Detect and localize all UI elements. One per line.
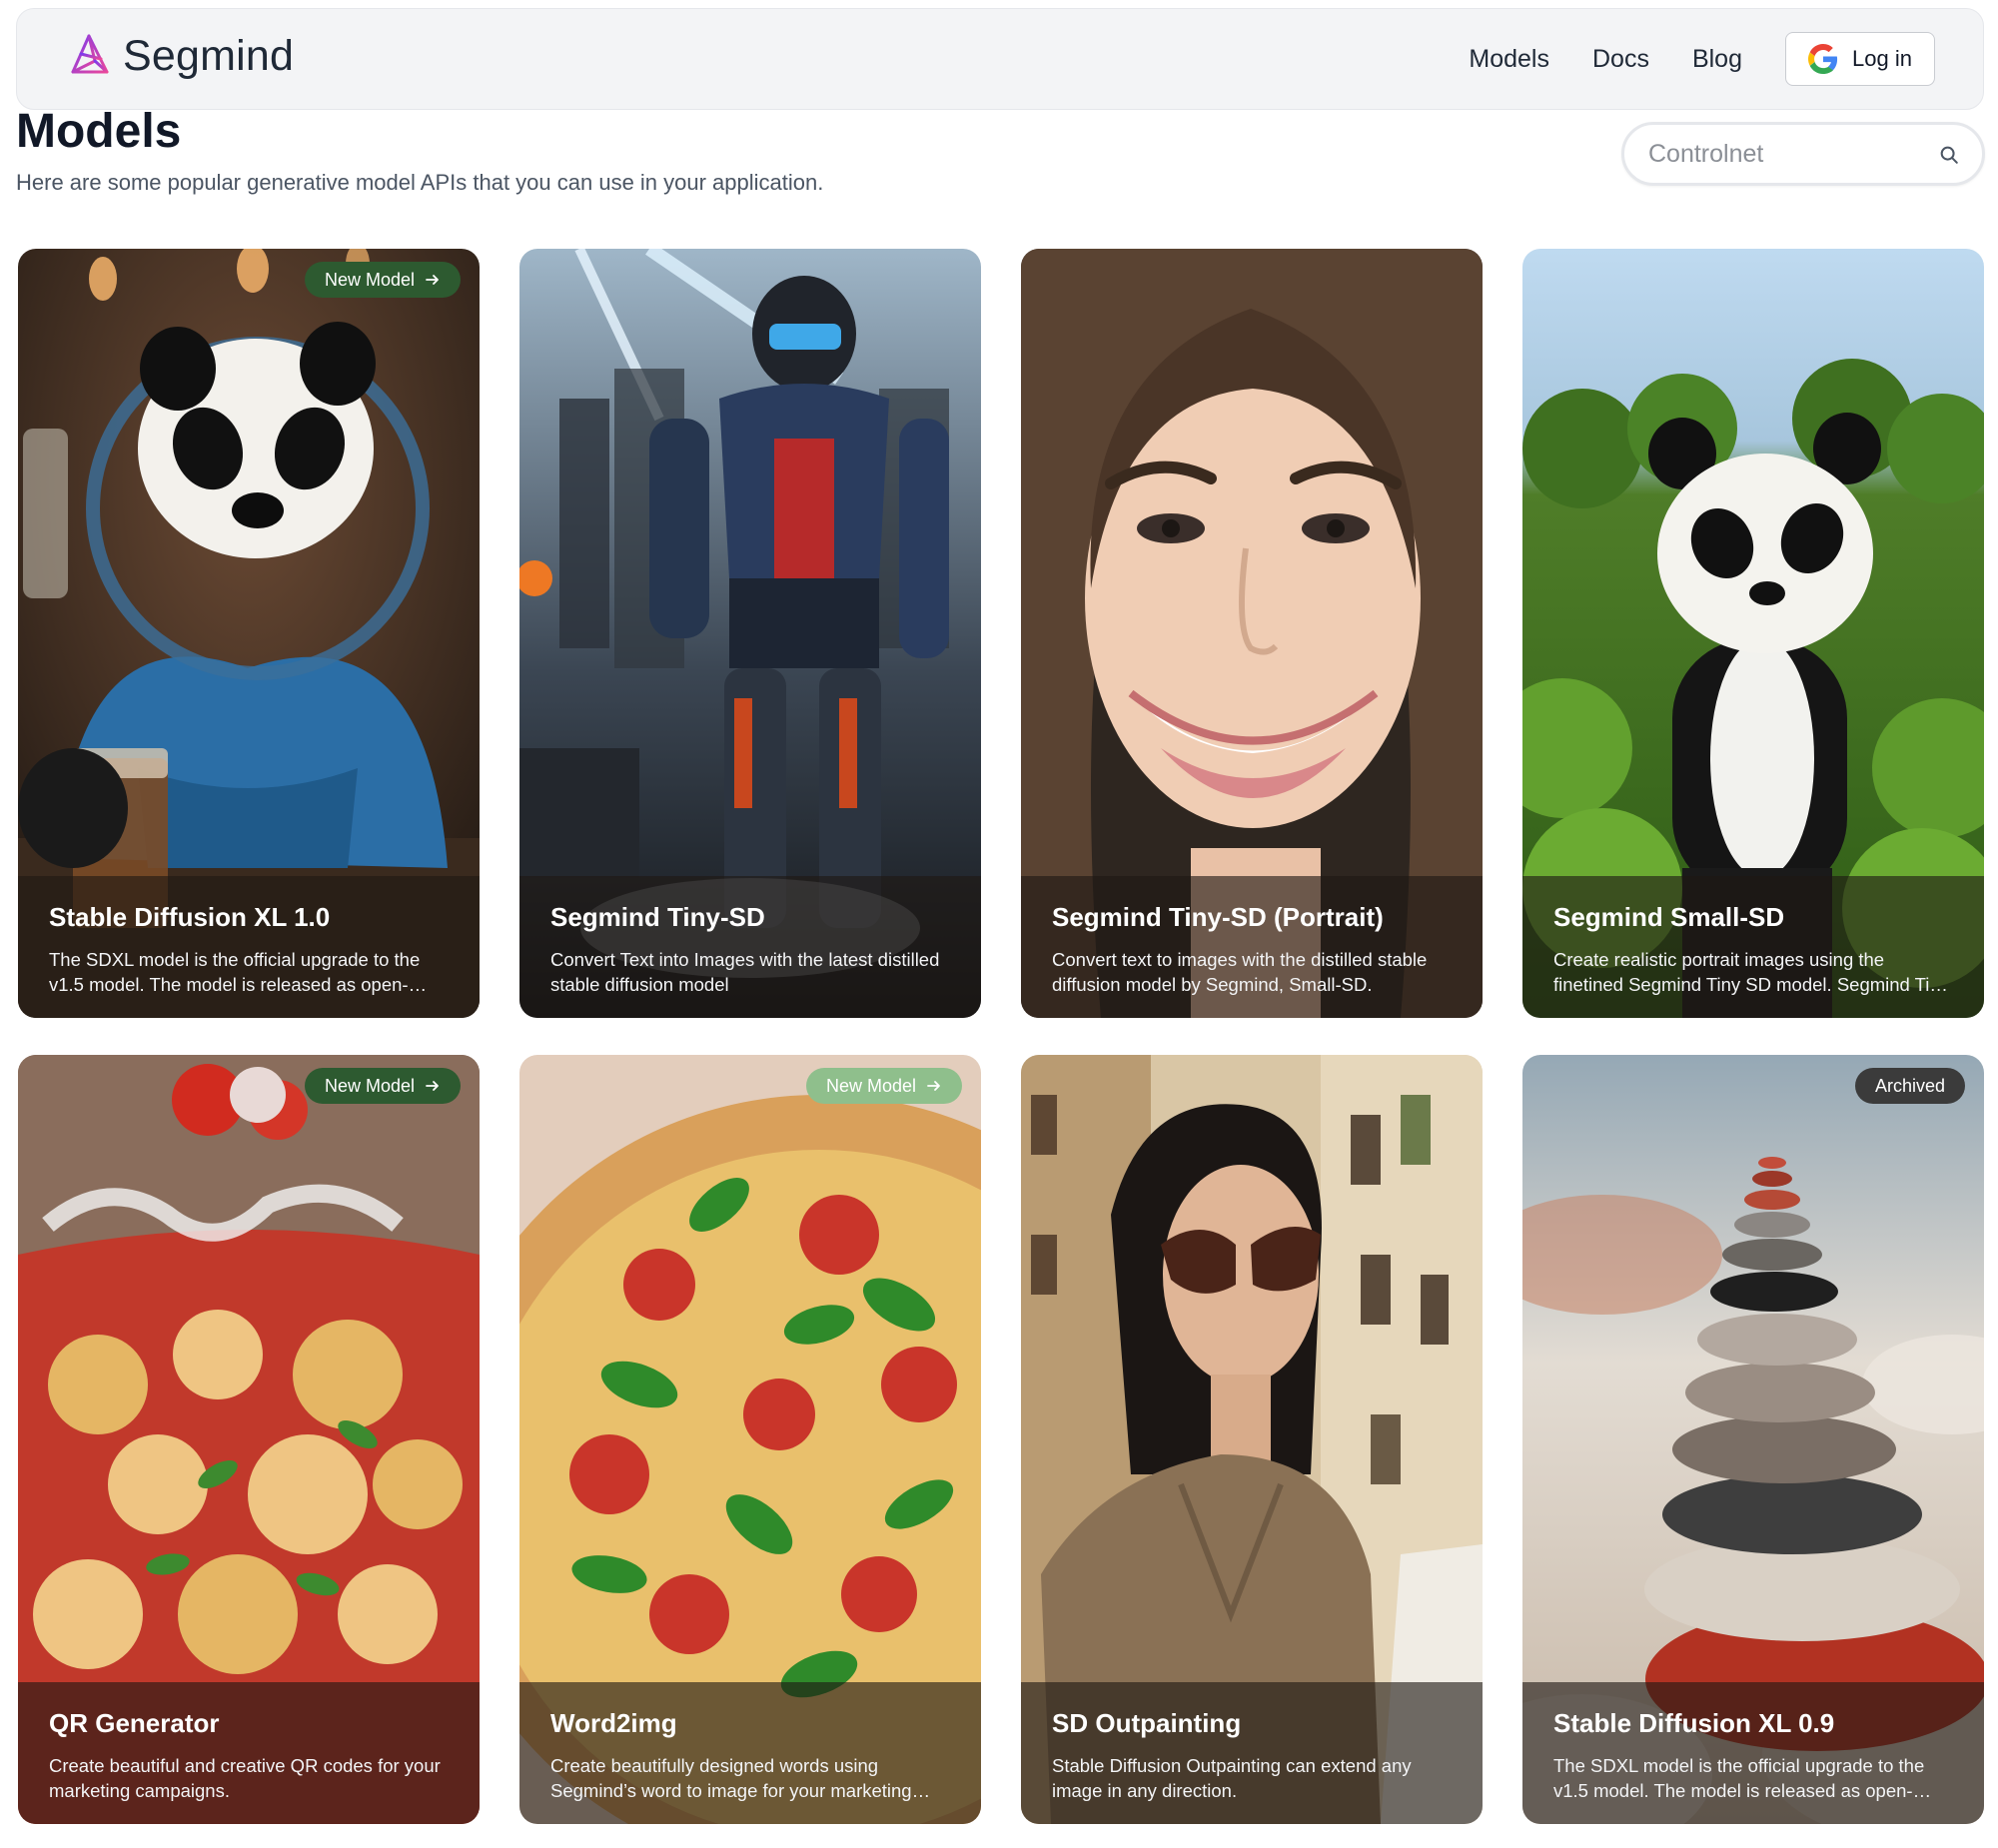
arrow-right-icon [927,1081,940,1091]
card-description: The SDXL model is the official upgrade t… [1553,1755,1925,1801]
card-description: The SDXL model is the official upgrade t… [49,949,421,995]
card-title: QR Generator [49,1708,220,1738]
brand-logo[interactable]: Segmind [65,31,294,81]
model-card-qr-generator[interactable]: New Model QR Generator Create beautiful … [18,1055,480,1824]
archived-badge: Archived [1854,1068,1965,1104]
card-caption: Segmind Tiny-SD (Portrait) Convert text … [1021,876,1483,1018]
page-title: Models [16,105,182,158]
search-box[interactable] [1621,122,1985,186]
card-description: Create beautiful and creative QR codes f… [49,1755,441,1801]
badge-label: Archived [1874,1075,1945,1096]
card-caption: Stable Diffusion XL 0.9 The SDXL model i… [1522,1682,1984,1824]
model-card-word2img[interactable]: New Model Word2img Create beautifully de… [519,1055,981,1824]
model-card-small-sd[interactable]: Segmind Small-SD Create realistic portra… [1522,249,1984,1018]
card-description: Stable Diffusion Outpainting can extend … [1052,1755,1412,1801]
badge-label: New Model [324,1075,415,1096]
card-caption: QR Generator Create beautiful and creati… [18,1682,480,1824]
new-model-badge[interactable]: New Model [805,1068,962,1104]
card-caption: SD Outpainting Stable Diffusion Outpaint… [1021,1682,1483,1824]
badge-label: New Model [324,269,415,290]
model-card-tiny-sd[interactable]: Segmind Tiny-SD Convert Text into Images… [519,249,981,1018]
card-title: Word2img [550,1708,677,1738]
card-title: Stable Diffusion XL 0.9 [1553,1708,1835,1738]
card-caption: Segmind Tiny-SD Convert Text into Images… [519,876,981,1018]
card-description: Convert Text into Images with the latest… [550,949,940,995]
model-card-sd-outpainting[interactable]: SD Outpainting Stable Diffusion Outpaint… [1021,1055,1483,1824]
badge-label: New Model [825,1075,916,1096]
model-card-sdxl-0-9[interactable]: Archived Stable Diffusion XL 0.9 The SDX… [1522,1055,1984,1824]
nav-blog-link[interactable]: Blog [1692,45,1742,74]
model-card-tiny-sd-portrait[interactable]: Segmind Tiny-SD (Portrait) Convert text … [1021,249,1483,1018]
new-model-badge[interactable]: New Model [304,262,461,298]
card-description: Create realistic portrait images using t… [1553,949,1949,995]
nav-models-link[interactable]: Models [1469,45,1549,74]
card-caption: Stable Diffusion XL 1.0 The SDXL model i… [18,876,480,1018]
card-caption: Word2img Create beautifully designed wor… [519,1682,981,1824]
search-icon[interactable] [1938,144,1960,166]
login-label: Log in [1852,46,1912,71]
login-button[interactable]: Log in [1785,32,1935,86]
search-input[interactable] [1646,135,1936,173]
arrow-right-icon [426,1081,439,1091]
card-caption: Segmind Small-SD Create realistic portra… [1522,876,1984,1018]
new-model-badge[interactable]: New Model [304,1068,461,1104]
card-title: Stable Diffusion XL 1.0 [49,902,331,932]
page-subtitle: Here are some popular generative model A… [16,170,824,195]
card-title: Segmind Small-SD [1553,902,1785,932]
card-title: Segmind Tiny-SD [550,902,765,932]
google-icon [1808,44,1838,74]
card-title: Segmind Tiny-SD (Portrait) [1052,902,1384,932]
card-description: Create beautifully designed words using … [550,1755,912,1801]
brand-name: Segmind [123,31,295,80]
segmind-logo-icon [71,34,109,74]
arrow-right-icon [426,275,439,285]
top-navbar: Segmind Models Docs Blog Log in [16,8,1984,110]
model-card-sdxl-1-0[interactable]: New Model Stable Diffusion XL 1.0 The SD… [18,249,480,1018]
nav-docs-link[interactable]: Docs [1592,45,1649,74]
card-title: SD Outpainting [1052,1708,1242,1738]
nav-links: Models Docs Blog Log in [1469,32,1935,86]
card-description: Convert text to images with the distille… [1052,949,1428,995]
